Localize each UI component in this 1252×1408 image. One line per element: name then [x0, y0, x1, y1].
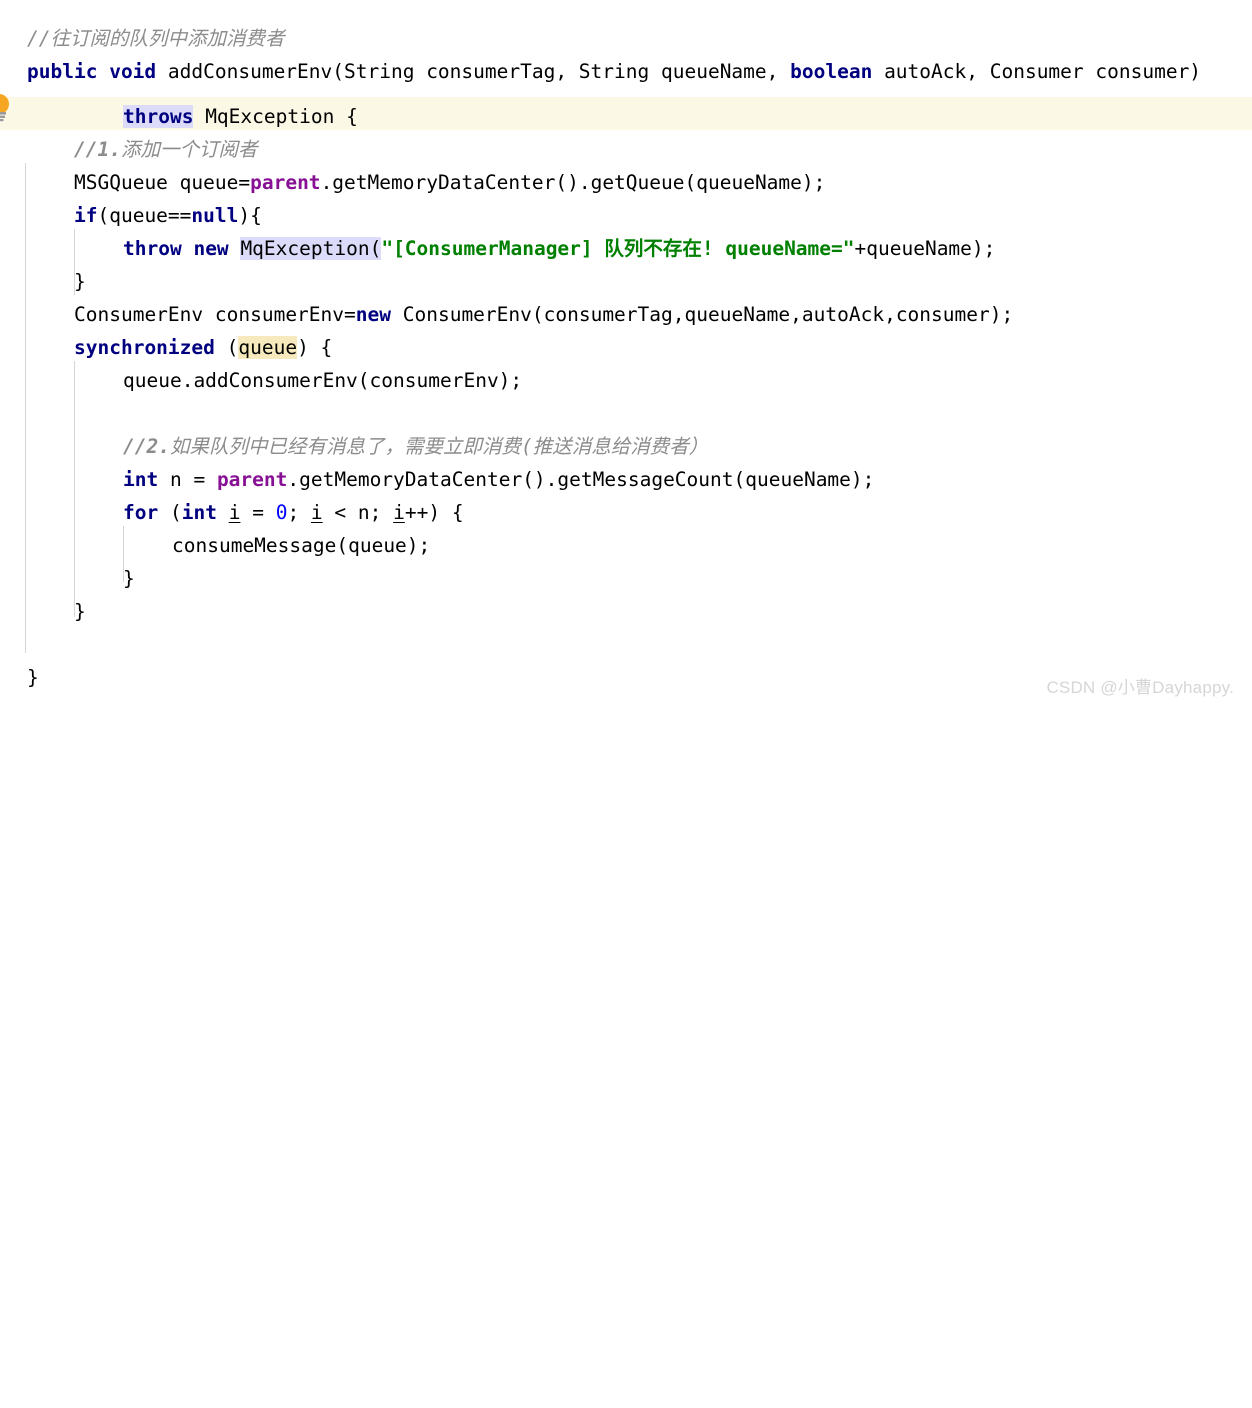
keyword-public: public [27, 60, 98, 83]
closing-brace: } [123, 567, 135, 590]
method-call: queue.addConsumerEnv(consumerEnv); [123, 369, 523, 392]
closing-brace: } [74, 270, 86, 293]
method-call: consumeMessage(queue); [172, 534, 431, 557]
type-mqexception: MqException [240, 237, 370, 260]
throws-type: MqException { [193, 105, 358, 128]
comment-token: 添加一个订阅者 [120, 138, 258, 161]
call-chain: .getMemoryDataCenter().getQueue(queueNam… [320, 171, 826, 194]
close-paren: ) { [297, 336, 333, 359]
comment-token: 如果队列中已经有消息了，需要立即消费(推送消息给消费者） [169, 435, 709, 458]
comment-token: //往订阅的队列中添加消费者 [27, 27, 285, 50]
local-var-i: i [393, 501, 405, 524]
code-line-7: throw new MqException("[ConsumerManager]… [123, 232, 995, 265]
compare: < n; [322, 501, 394, 524]
code-line-2: public void addConsumerEnv(String consum… [27, 55, 1201, 88]
lightbulb-icon[interactable] [0, 92, 12, 122]
code-line-16: consumeMessage(queue); [172, 529, 430, 562]
code-line-14: int n = parent.getMemoryDataCenter().get… [123, 463, 874, 496]
code-editor[interactable]: //往订阅的队列中添加消费者 public void addConsumerEn… [0, 0, 1252, 704]
keyword-new: new [193, 237, 229, 260]
code-line-4: //1.添加一个订阅者 [74, 133, 257, 166]
code-content: //往订阅的队列中添加消费者 public void addConsumerEn… [0, 0, 1252, 1408]
field-parent: parent [250, 171, 321, 194]
code-line-3: throws MqException { [123, 100, 358, 133]
closing-brace: } [27, 666, 39, 689]
open-paren: ( [214, 336, 239, 359]
field-parent: parent [216, 468, 288, 491]
keyword-for: for [123, 501, 159, 524]
keyword-throw: throw [123, 237, 182, 260]
keyword-synchronized: synchronized [74, 336, 215, 359]
comment-marker: //1. [74, 138, 121, 161]
code-line-18: } [74, 595, 86, 628]
code-line-17: } [123, 562, 135, 595]
local-var-i: i [228, 501, 241, 524]
open-paren: ( [158, 501, 182, 524]
keyword-null: null [191, 204, 239, 227]
code-line-15: for (int i = 0; i < n; i++) { [123, 496, 464, 529]
signature-params-a: addConsumerEnv(String consumerTag, Strin… [156, 60, 791, 83]
keyword-throws: throws [123, 105, 194, 128]
code-line-10: synchronized (queue) { [74, 331, 332, 364]
declaration: MSGQueue queue= [74, 171, 251, 194]
code-line-6: if(queue==null){ [74, 199, 262, 232]
code-line-9: ConsumerEnv consumerEnv=new ConsumerEnv(… [74, 298, 1013, 331]
condition-a: (queue== [97, 204, 192, 227]
keyword-int: int [181, 501, 217, 524]
local-var-i: i [310, 501, 323, 524]
code-line-1: //往订阅的队列中添加消费者 [27, 22, 284, 55]
code-line-13: //2.如果队列中已经有消息了，需要立即消费(推送消息给消费者） [123, 430, 708, 463]
var-queue: queue [238, 336, 298, 359]
increment: ++) { [404, 501, 464, 524]
code-line-5: MSGQueue queue=parent.getMemoryDataCente… [74, 166, 825, 199]
concat-tail: +queueName); [854, 237, 996, 260]
assign-op: = [240, 501, 276, 524]
keyword-boolean: boolean [790, 60, 873, 83]
call-chain: .getMemoryDataCenter().getMessageCount(q… [287, 468, 875, 491]
code-line-20: } [27, 661, 39, 694]
csdn-watermark: CSDN @小曹Dayhappy. [1046, 678, 1234, 697]
constructor-call: ConsumerEnv(consumerTag,queueName,autoAc… [391, 303, 1014, 326]
semicolon: ; [287, 501, 311, 524]
open-paren: ( [369, 237, 382, 260]
condition-b: ){ [238, 204, 262, 227]
keyword-new: new [355, 303, 391, 326]
declaration: ConsumerEnv consumerEnv= [74, 303, 356, 326]
string-literal: "[ConsumerManager] 队列不存在! queueName=" [381, 237, 855, 260]
keyword-void: void [109, 60, 157, 83]
keyword-int: int [123, 468, 159, 491]
comment-marker: //2. [123, 435, 170, 458]
code-line-11: queue.addConsumerEnv(consumerEnv); [123, 364, 522, 397]
keyword-if: if [74, 204, 98, 227]
assign: n = [158, 468, 217, 491]
code-line-8: } [74, 265, 86, 298]
signature-params-b: autoAck, Consumer consumer) [872, 60, 1202, 83]
closing-brace: } [74, 600, 86, 623]
number-literal: 0 [275, 501, 288, 524]
